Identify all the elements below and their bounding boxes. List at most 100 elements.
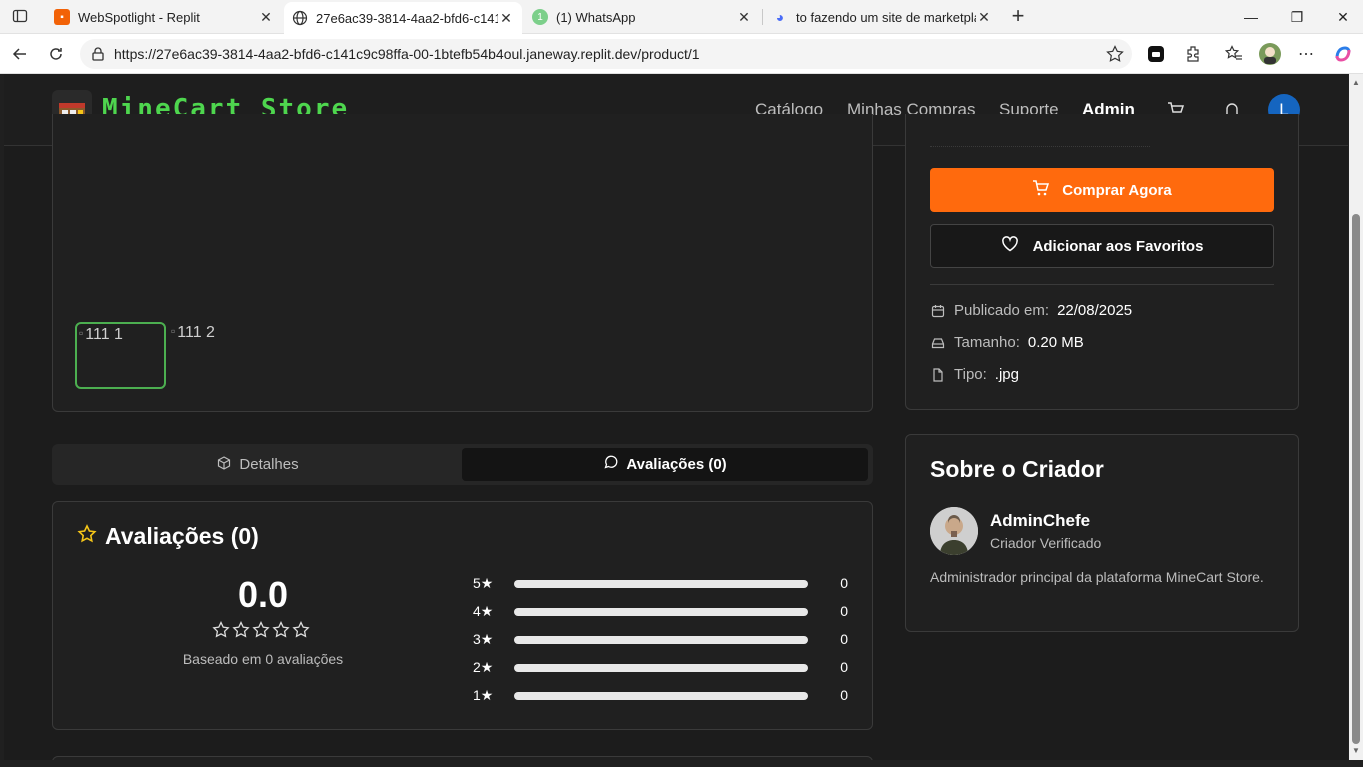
file-icon xyxy=(930,367,946,383)
star-outline-icon xyxy=(252,620,270,644)
package-icon xyxy=(217,455,231,474)
type-row: Tipo: .jpg xyxy=(930,366,1019,383)
rating-count-5: 0 xyxy=(840,575,848,591)
tab-details[interactable]: Detalhes xyxy=(56,448,460,481)
star-outline-icon xyxy=(272,620,290,644)
tab-reviews[interactable]: Avaliações (0) xyxy=(462,448,868,481)
creator-avatar[interactable] xyxy=(930,507,978,555)
gallery-thumb-2[interactable]: ▫ 111 2 xyxy=(171,324,262,391)
minimize-icon[interactable]: — xyxy=(1228,0,1274,34)
published-value: 22/08/2025 xyxy=(1057,302,1133,319)
rating-label-1: 1★ xyxy=(473,687,494,703)
price-row-fragment xyxy=(930,146,1150,150)
replit-icon: ▪ xyxy=(54,9,70,25)
scroll-up-icon[interactable]: ▲ xyxy=(1352,78,1360,87)
tab-details-label: Detalhes xyxy=(239,456,299,473)
thumb-alt-text: 111 1 xyxy=(85,326,123,343)
whatsapp-icon: 1 xyxy=(532,9,548,25)
buy-now-button[interactable]: Comprar Agora xyxy=(930,168,1274,212)
tab-separator xyxy=(762,9,763,25)
profile-avatar[interactable] xyxy=(1258,42,1282,66)
window-close-icon[interactable]: ✕ xyxy=(1320,0,1363,34)
extension-app-icon[interactable] xyxy=(1144,42,1168,66)
browser-tab-copilot[interactable]: ◕ to fazendo um site de marketplac ✕ xyxy=(764,2,1000,32)
divider xyxy=(930,284,1274,285)
close-icon[interactable]: ✕ xyxy=(736,9,752,26)
rating-bar-1 xyxy=(514,692,808,700)
browser-tab-bar: ▪ WebSpotlight - Replit ✕ 27e6ac39-3814-… xyxy=(0,0,1363,34)
globe-icon xyxy=(292,10,308,26)
url-text: https://27e6ac39-3814-4aa2-bfd6-c141c9c9… xyxy=(114,46,700,62)
reviews-title: Avaliações (0) xyxy=(105,523,259,549)
browser-toolbar: https://27e6ac39-3814-4aa2-bfd6-c141c9c9… xyxy=(0,34,1363,74)
rating-label-3: 3★ xyxy=(473,631,494,647)
page-viewport: MineCart Store Catálogo Minhas Compras S… xyxy=(4,74,1348,760)
star-outline-icon xyxy=(232,620,250,644)
creator-role: Criador Verificado xyxy=(990,535,1102,551)
published-row: Publicado em: 22/08/2025 xyxy=(930,302,1132,319)
star-outline-icon xyxy=(212,620,230,644)
close-icon[interactable]: ✕ xyxy=(976,9,992,26)
address-bar[interactable]: https://27e6ac39-3814-4aa2-bfd6-c141c9c9… xyxy=(80,39,1132,69)
page-scrollbar[interactable]: ▲ ▼ xyxy=(1349,74,1363,760)
reviews-heading: Avaliações (0) xyxy=(77,523,259,550)
add-to-favorites-button[interactable]: Adicionar aos Favoritos xyxy=(930,224,1274,268)
broken-image-icon: ▫ xyxy=(79,326,84,340)
star-icon xyxy=(77,524,97,549)
based-on-text: Baseado em 0 avaliações xyxy=(182,651,344,667)
creator-heading: Sobre o Criador xyxy=(930,456,1104,482)
rating-count-1: 0 xyxy=(840,687,848,703)
browser-tab-active[interactable]: 27e6ac39-3814-4aa2-bfd6-c141c ✕ xyxy=(284,2,522,34)
tab-title: WebSpotlight - Replit xyxy=(78,9,200,25)
tab-actions-icon[interactable] xyxy=(8,4,32,28)
scrollbar-thumb[interactable] xyxy=(1352,214,1360,744)
star-outline-icon xyxy=(292,620,310,644)
restore-icon[interactable]: ❐ xyxy=(1274,0,1320,34)
back-icon[interactable] xyxy=(6,40,34,68)
tab-title: to fazendo um site de marketplac xyxy=(796,9,976,25)
rating-label-2: 2★ xyxy=(473,659,494,675)
published-label: Publicado em: xyxy=(954,302,1050,319)
new-tab-icon[interactable]: + xyxy=(1006,3,1030,28)
size-value: 0.20 MB xyxy=(1027,334,1084,351)
extensions-icon[interactable] xyxy=(1181,42,1205,66)
copilot-icon[interactable] xyxy=(1331,42,1355,66)
buy-now-label: Comprar Agora xyxy=(1062,181,1172,199)
rating-bar-3 xyxy=(514,636,808,644)
type-value: .jpg xyxy=(994,366,1019,383)
hard-drive-icon xyxy=(930,335,946,351)
rating-bar-2 xyxy=(514,664,808,672)
favorite-star-icon[interactable] xyxy=(1106,45,1124,66)
tab-reviews-label: Avaliações (0) xyxy=(626,456,727,473)
site-info-icon[interactable] xyxy=(90,46,106,65)
browser-tab-replit[interactable]: ▪ WebSpotlight - Replit ✕ xyxy=(46,2,282,32)
add-to-favorites-label: Adicionar aos Favoritos xyxy=(1032,237,1204,255)
browser-tab-whatsapp[interactable]: 1 (1) WhatsApp ✕ xyxy=(524,2,760,32)
tab-title: (1) WhatsApp xyxy=(556,9,636,25)
rating-bar-4 xyxy=(514,608,808,616)
message-circle-icon xyxy=(603,455,618,474)
rating-count-2: 0 xyxy=(840,659,848,675)
product-tabs: Detalhes Avaliações (0) xyxy=(52,444,873,485)
tab-title: 27e6ac39-3814-4aa2-bfd6-c141c xyxy=(316,10,498,26)
size-label: Tamanho: xyxy=(954,334,1020,351)
average-rating: 0.0 xyxy=(237,574,289,615)
rating-count-4: 0 xyxy=(840,603,848,619)
heart-icon xyxy=(1001,235,1019,257)
rating-label-5: 5★ xyxy=(473,575,494,591)
refresh-icon[interactable] xyxy=(42,40,70,68)
creator-name[interactable]: AdminChefe xyxy=(990,511,1090,531)
broken-image-icon: ▫ xyxy=(171,324,176,338)
close-icon[interactable]: ✕ xyxy=(258,9,274,26)
copilot-icon: ◕ xyxy=(775,9,785,25)
close-icon[interactable]: ✕ xyxy=(498,10,514,27)
scroll-down-icon[interactable]: ▼ xyxy=(1352,746,1360,755)
rating-count-3: 0 xyxy=(840,631,848,647)
more-icon[interactable]: ⋯ xyxy=(1294,42,1318,66)
calendar-icon xyxy=(930,303,946,319)
rating-label-4: 4★ xyxy=(473,603,494,619)
creator-bio: Administrador principal da plataforma Mi… xyxy=(930,569,1264,585)
gallery-thumb-1[interactable]: ▫ 111 1 xyxy=(75,322,166,389)
next-section-card xyxy=(52,756,873,760)
favorites-icon[interactable] xyxy=(1222,42,1246,66)
